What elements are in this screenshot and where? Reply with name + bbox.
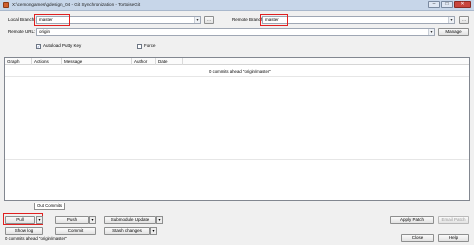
- local-branch-highlight: [34, 14, 70, 26]
- tortoisegit-app-icon: [3, 2, 9, 8]
- manage-button[interactable]: Manage: [438, 28, 469, 36]
- divider: [5, 159, 469, 160]
- help-button[interactable]: Help: [438, 234, 469, 242]
- push-button-label: Push: [66, 217, 78, 222]
- remote-branch-highlight: [260, 14, 288, 26]
- autoload-putty-checkbox[interactable]: ✓: [36, 44, 41, 49]
- chevron-down-icon[interactable]: ▼: [448, 17, 454, 23]
- chevron-down-icon[interactable]: ▼: [194, 17, 200, 23]
- push-button[interactable]: Push: [55, 216, 89, 224]
- title-bar: X:\cemongames\gdesign_04 - Git Synchroni…: [0, 0, 474, 11]
- empty-list-message: 0 commits ahead "origin/master": [209, 69, 271, 74]
- force-checkbox[interactable]: [137, 44, 142, 49]
- commit-list[interactable]: Graph Actions Message Author Date 0 comm…: [4, 57, 470, 201]
- apply-patch-button[interactable]: Apply Patch: [390, 216, 434, 224]
- close-window-icon[interactable]: ✕: [454, 1, 471, 8]
- stash-dropdown-icon[interactable]: ▼: [150, 227, 157, 235]
- column-author[interactable]: Author: [132, 58, 156, 65]
- column-message[interactable]: Message: [62, 58, 132, 65]
- commit-list-header: Graph Actions Message Author Date: [5, 58, 469, 65]
- remote-url-combobox[interactable]: origin ▼: [36, 28, 435, 36]
- browse-local-branch-button[interactable]: ...: [204, 16, 214, 24]
- submodule-update-button[interactable]: Submodule Update: [104, 216, 156, 224]
- remote-url-label: Remote URL:: [8, 29, 36, 34]
- submodule-dropdown-icon[interactable]: ▼: [156, 216, 163, 224]
- push-dropdown-icon[interactable]: ▼: [89, 216, 96, 224]
- maximize-icon[interactable]: □: [441, 1, 453, 8]
- close-button[interactable]: Close: [401, 234, 434, 242]
- force-label: Force: [144, 43, 156, 48]
- tab-out-commits[interactable]: Out Commits: [34, 203, 66, 210]
- pull-dropdown-icon[interactable]: ▼: [36, 216, 43, 224]
- browse-remote-branch-button[interactable]: ...: [459, 16, 469, 24]
- email-patch-button[interactable]: Email Patch: [438, 216, 469, 224]
- column-actions[interactable]: Actions: [32, 58, 62, 65]
- remote-branch-combobox[interactable]: master ▼: [262, 16, 455, 24]
- window-title: X:\cemongames\gdesign_04 - Git Synchroni…: [12, 2, 141, 7]
- remote-url-value: origin: [39, 29, 51, 34]
- autoload-putty-label: Autoload Putty Key: [43, 43, 82, 48]
- column-date[interactable]: Date: [156, 58, 183, 65]
- commit-button[interactable]: Commit: [55, 227, 96, 235]
- minimize-icon[interactable]: –: [428, 1, 440, 8]
- status-text: 0 commits ahead "origin/master": [5, 236, 67, 241]
- show-log-button[interactable]: Show log: [5, 227, 43, 235]
- local-branch-label: Local Branch:: [8, 17, 36, 22]
- divider: [5, 76, 469, 77]
- stash-changes-button[interactable]: Stash changes: [104, 227, 150, 235]
- column-graph[interactable]: Graph: [5, 58, 32, 65]
- chevron-down-icon[interactable]: ▼: [428, 29, 434, 35]
